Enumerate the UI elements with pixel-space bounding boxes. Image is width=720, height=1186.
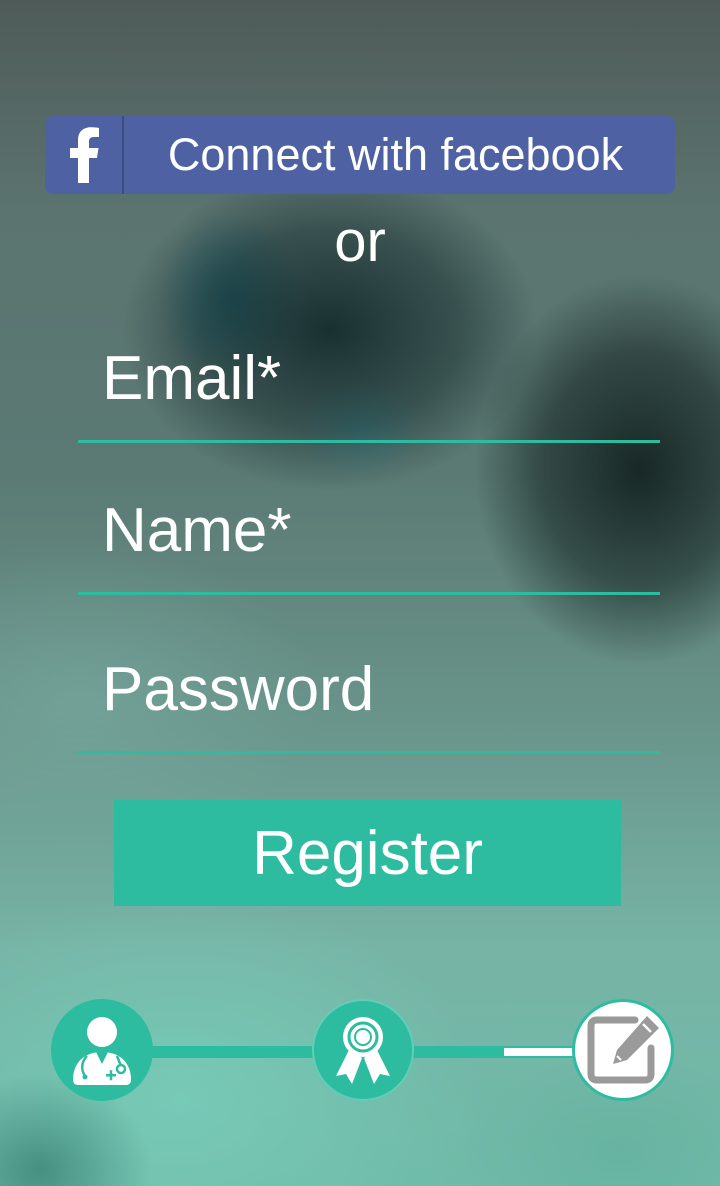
password-field[interactable] (78, 649, 660, 754)
name-input[interactable] (102, 490, 642, 570)
email-input[interactable] (102, 338, 642, 418)
step-1-profile[interactable] (51, 999, 153, 1101)
step-3-register[interactable] (572, 999, 674, 1101)
password-input[interactable] (102, 649, 642, 729)
facebook-icon (69, 127, 99, 183)
facebook-button-label: Connect with facebook (167, 129, 624, 180)
register-button[interactable]: Register (114, 800, 621, 906)
name-field[interactable] (78, 490, 660, 595)
award-ribbon-icon (336, 1017, 390, 1084)
email-field[interactable] (78, 338, 660, 443)
facebook-logo (45, 116, 124, 194)
or-separator: or (334, 209, 386, 274)
facebook-connect-button[interactable]: Connect with facebook (45, 116, 675, 194)
progress-remaining (504, 1048, 576, 1056)
edit-icon (587, 1016, 659, 1084)
doctor-icon (73, 1017, 131, 1085)
step-2-credentials[interactable] (312, 999, 414, 1101)
